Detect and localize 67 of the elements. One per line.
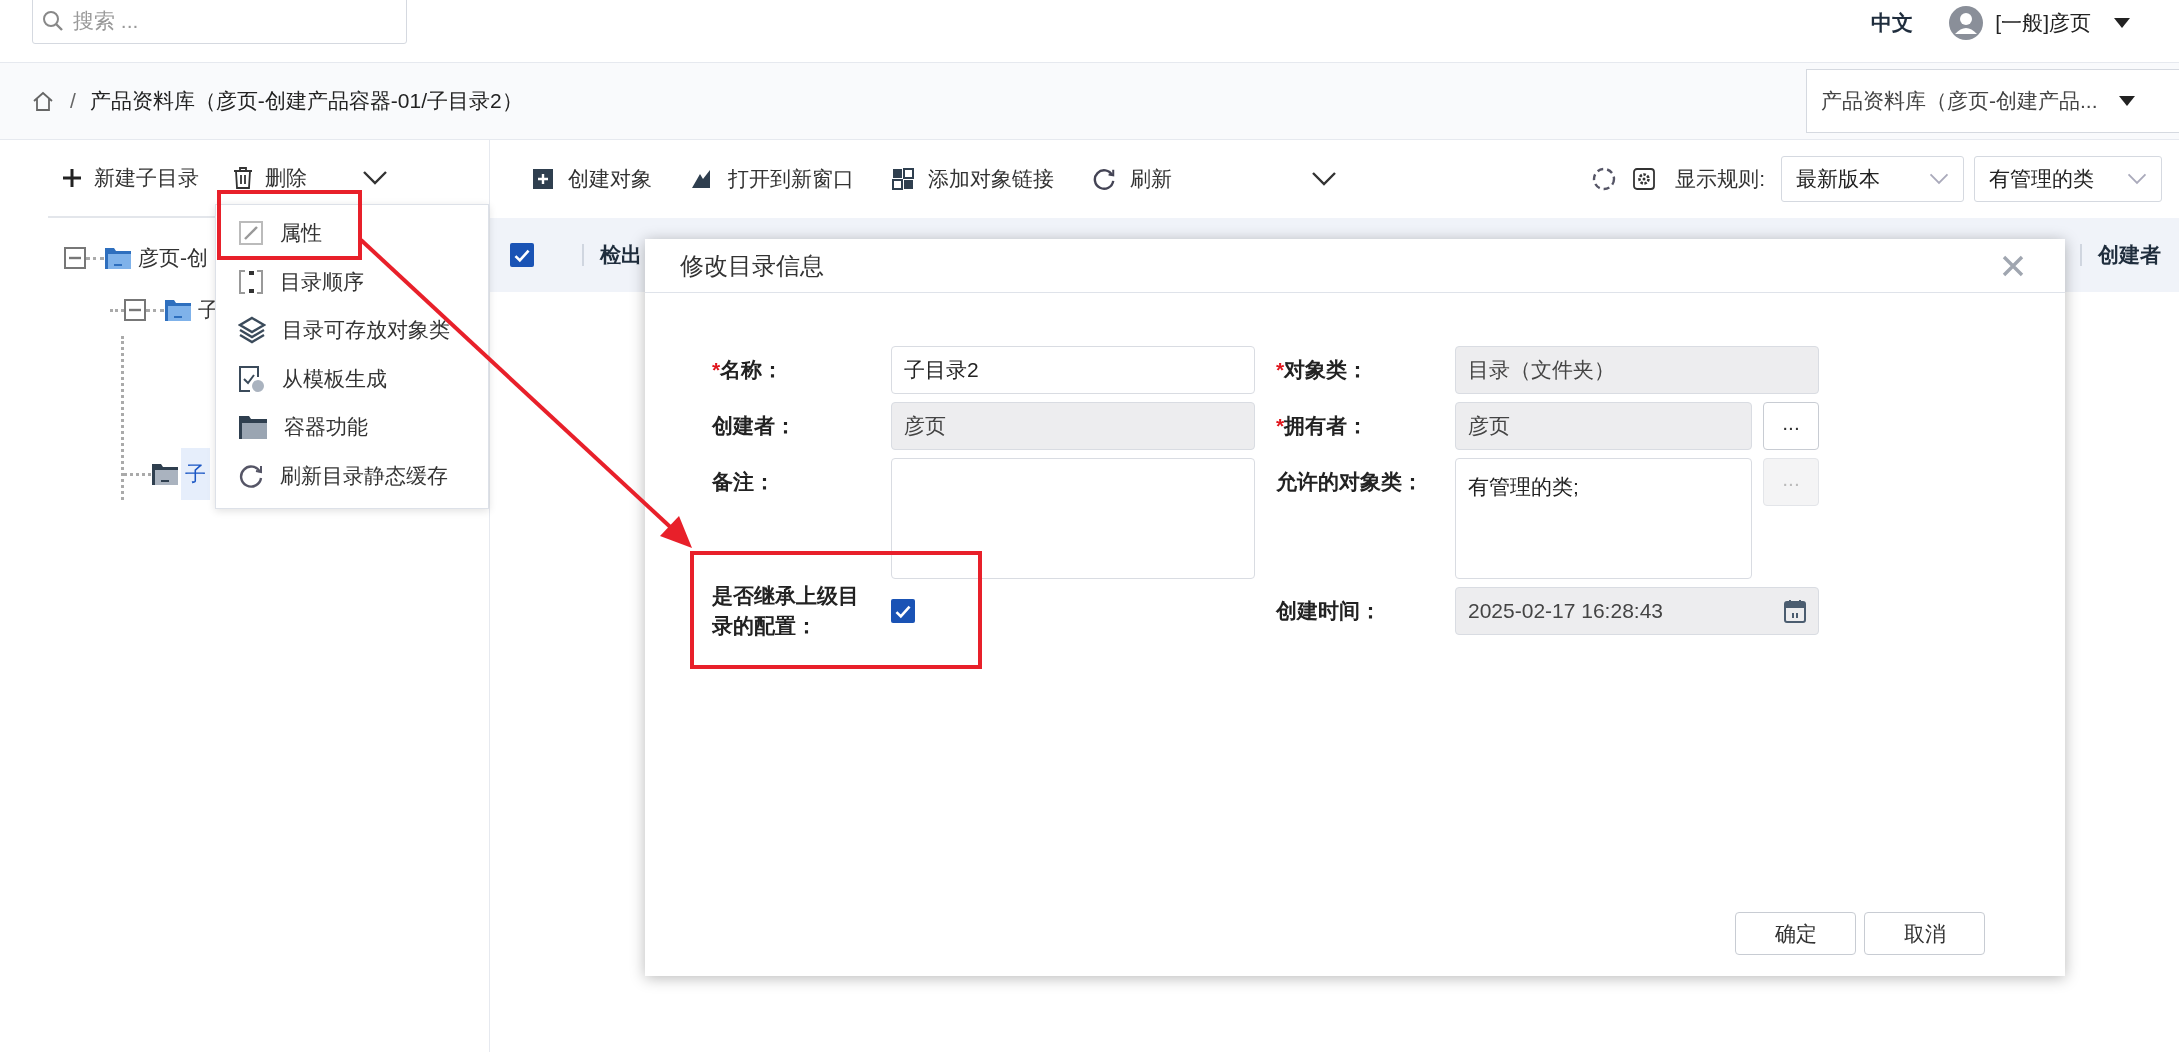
menu-item[interactable]: 目录顺序 <box>216 257 488 306</box>
chevron-down-icon[interactable] <box>1310 171 1338 187</box>
field-label: 允许的对象类： <box>1275 469 1424 496</box>
language-switch[interactable]: 中文 <box>1871 9 1914 37</box>
delete-button[interactable]: 删除 <box>233 164 307 192</box>
menu-item[interactable]: 从模板生成 <box>216 354 488 403</box>
breadcrumb-path: 产品资料库（彦页-创建产品容器-01/子目录2） <box>89 88 523 114</box>
cancel-button[interactable]: 取消 <box>1864 912 1985 955</box>
squares-icon <box>892 168 914 190</box>
toolbar-button[interactable]: 创建对象 <box>532 165 652 193</box>
caret-down-icon[interactable] <box>2113 17 2131 29</box>
folder-icon <box>238 414 268 441</box>
dialog-title: 修改目录信息 <box>680 250 824 281</box>
toolbar-button[interactable]: 打开到新窗口 <box>690 165 854 193</box>
bracket-icon <box>238 268 264 295</box>
chevron-down-icon <box>2127 171 2147 187</box>
menu-item[interactable]: 刷新目录静态缓存 <box>216 451 488 500</box>
refresh-icon <box>238 462 264 489</box>
breadcrumb-separator: / <box>70 89 76 113</box>
field-label: *名称： <box>712 356 785 383</box>
ring-icon[interactable] <box>1591 166 1618 192</box>
tree-item[interactable]: 彦页-创 <box>134 232 212 284</box>
menu-item[interactable]: 目录可存放对象类 <box>216 306 488 355</box>
toolbar-button[interactable]: 刷新 <box>1092 165 1172 193</box>
user-name[interactable]: [一般]彦页 <box>1995 9 2091 37</box>
avatar-icon <box>1949 6 1984 40</box>
library-select[interactable]: 产品资料库（彦页-创建产品... <box>1806 69 2179 133</box>
folder-icon <box>151 462 179 486</box>
search-icon <box>42 10 64 32</box>
column-header: 创建者 <box>2080 244 2161 266</box>
field-label: 备注： <box>712 469 776 496</box>
collapse-icon[interactable] <box>124 299 146 321</box>
new-folder-button[interactable]: 新建子目录 <box>62 164 199 192</box>
folder-icon <box>104 246 132 270</box>
chevron-down-icon <box>1929 171 1949 187</box>
caret-down-icon <box>2117 95 2136 107</box>
menu-item[interactable]: 容器功能 <box>216 403 488 452</box>
confirm-button[interactable]: 确定 <box>1735 912 1856 955</box>
plus-icon <box>62 168 82 188</box>
tree-item[interactable]: 子 <box>181 448 210 500</box>
toolbar-button[interactable]: 添加对象链接 <box>892 165 1054 193</box>
checklist-icon <box>238 364 266 393</box>
field-label: *对象类： <box>1275 356 1370 383</box>
select-all-checkbox[interactable] <box>510 243 534 267</box>
search-field[interactable]: 搜索 ... <box>32 0 407 44</box>
field-label: *拥有者： <box>1275 412 1370 439</box>
folder-icon <box>164 298 192 322</box>
text-area[interactable]: 有管理的类; <box>1455 458 1752 579</box>
field-label: 创建时间： <box>1274 597 1382 624</box>
rule-select[interactable]: 最新版本 <box>1781 156 1964 202</box>
column-header: 检出 <box>582 244 642 266</box>
field-label: 是否继承上级目录的配置： <box>712 587 860 635</box>
rule-select[interactable]: 有管理的类 <box>1974 156 2162 202</box>
input-field[interactable]: 子目录2 <box>891 346 1255 394</box>
menu-item[interactable]: 属性 <box>216 209 488 258</box>
pencil-icon <box>238 220 264 247</box>
layers-icon <box>238 316 266 345</box>
trash-icon <box>233 167 253 189</box>
collapse-icon[interactable] <box>64 247 86 269</box>
refresh-icon <box>1092 167 1116 191</box>
checkbox[interactable] <box>891 599 915 623</box>
chevron-down-icon[interactable] <box>361 170 389 186</box>
plus-square-icon <box>532 168 554 190</box>
settings-icon[interactable] <box>1633 168 1656 190</box>
home-icon <box>32 90 54 112</box>
field-label: 创建者： <box>712 412 797 439</box>
display-rule-label: 显示规则: <box>1675 166 1765 192</box>
